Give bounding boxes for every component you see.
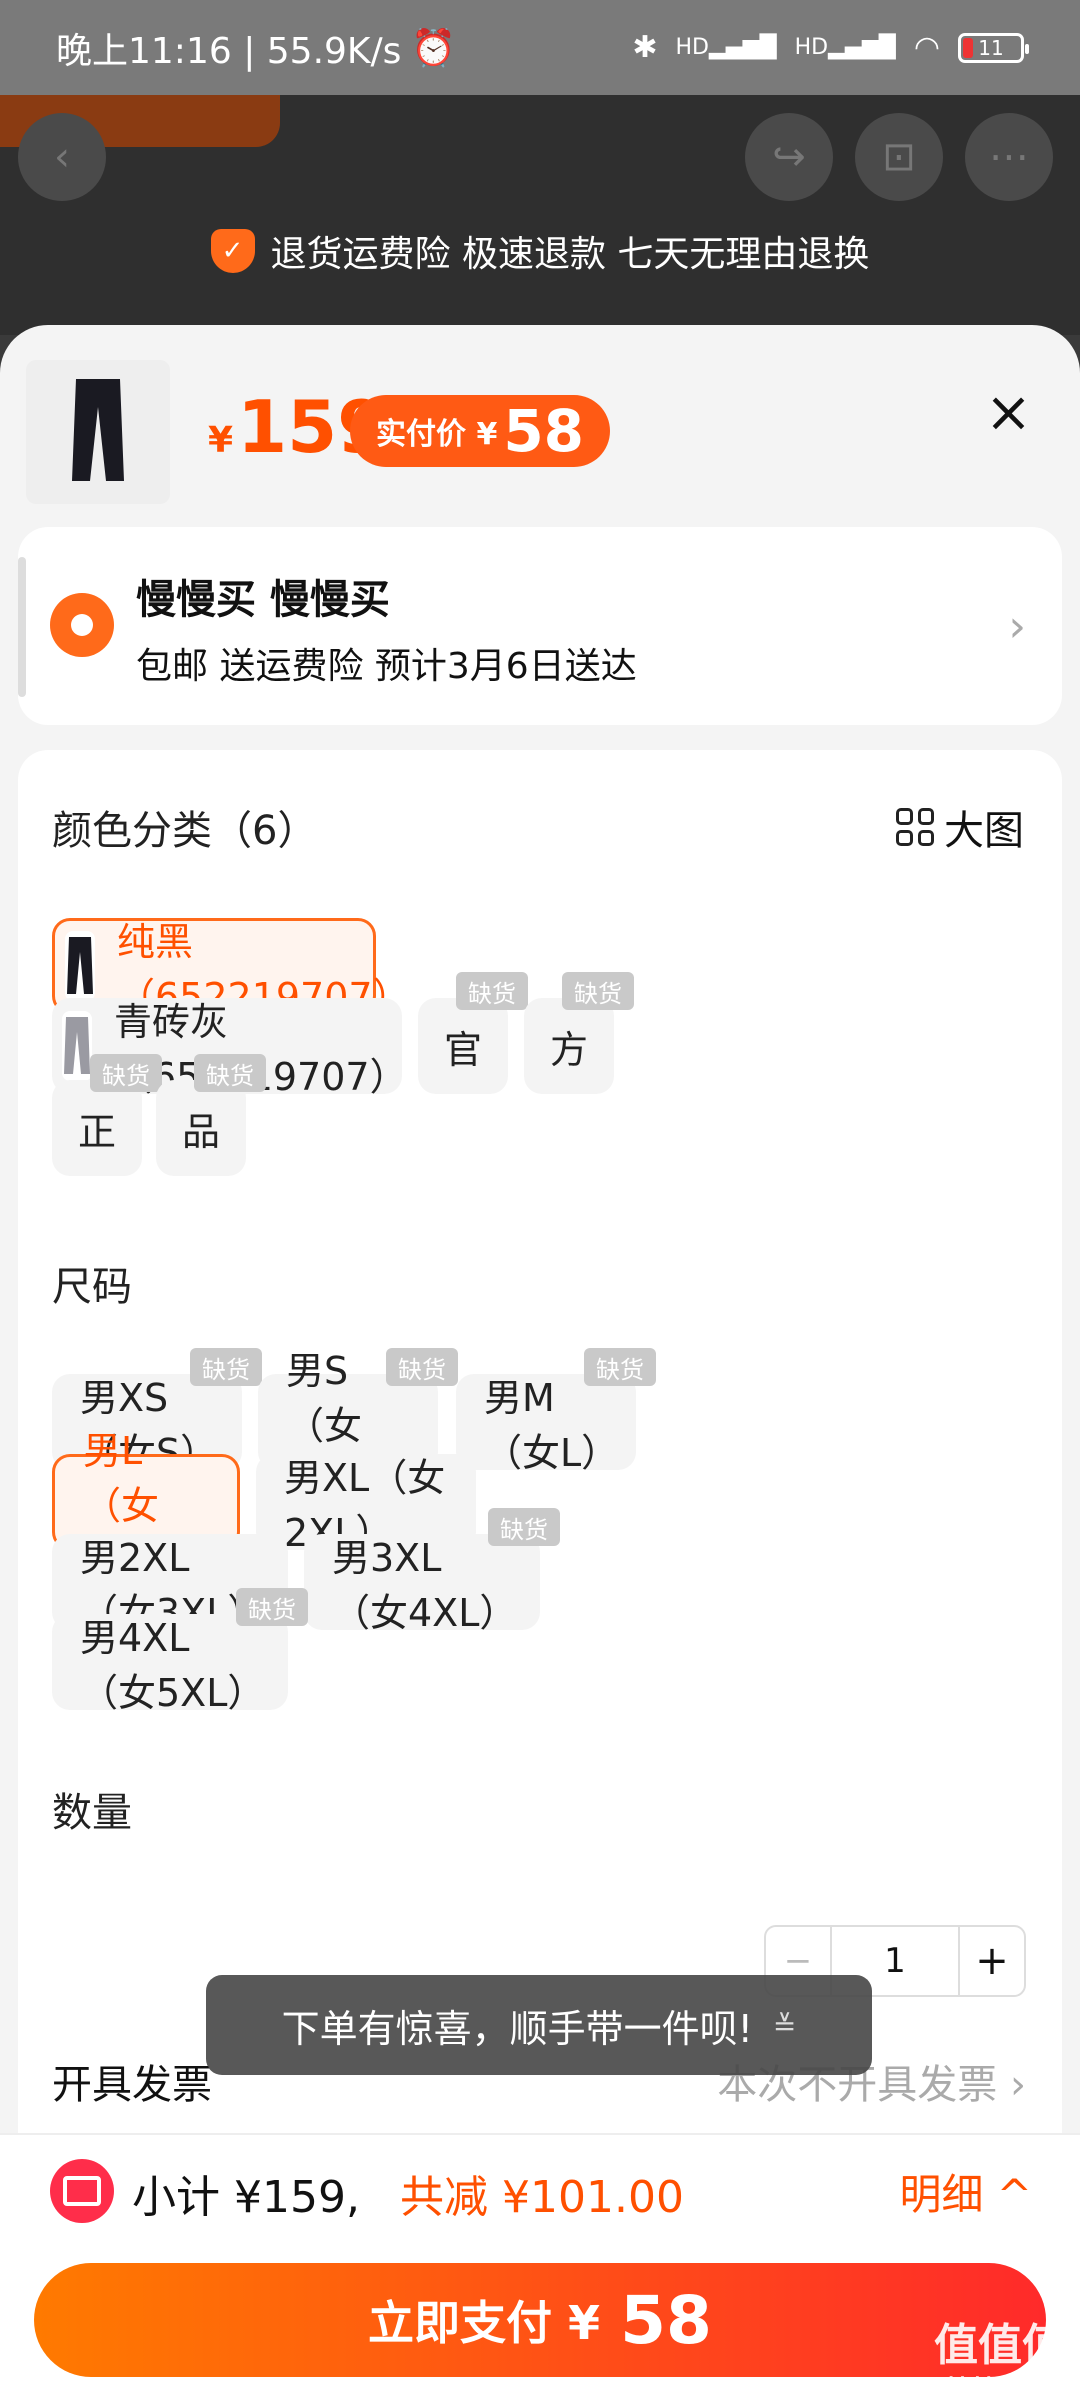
status-icons: ✱ HD▂▄▆█ HD▂▄▆█ ◠ 11 bbox=[632, 30, 1029, 65]
size-option-3xl[interactable]: 男3XL（女4XL） 缺货 bbox=[304, 1508, 560, 1635]
more-button[interactable]: ⋯ bbox=[965, 113, 1053, 201]
signal-icon: HD▂▄▆█ bbox=[675, 35, 777, 60]
pay-amount: 58 bbox=[620, 2281, 712, 2359]
battery-icon: 11 bbox=[958, 32, 1029, 63]
status-bar: 晚上11:16 | 55.9K/s ⏰ ✱ HD▂▄▆█ HD▂▄▆█ ◠ 11 bbox=[0, 0, 1080, 95]
color-option-label: 官 bbox=[444, 1027, 483, 1072]
close-icon[interactable]: × bbox=[985, 380, 1032, 445]
coupon-icon bbox=[50, 2159, 114, 2223]
location-pin-icon bbox=[50, 593, 114, 657]
pay-label: 立即支付 ¥ bbox=[368, 2296, 601, 2350]
watermark-text: 值值值 bbox=[934, 2320, 1066, 2371]
size-option-4xl[interactable]: 男4XL（女5XL） 缺货 bbox=[52, 1588, 308, 1715]
increase-button[interactable]: + bbox=[958, 1927, 1024, 1995]
color-option-pin[interactable]: 品 缺货 bbox=[156, 1054, 266, 1176]
invoice-label: 开具发票 bbox=[52, 2062, 212, 2108]
signal-icon-2: HD▂▄▆█ bbox=[794, 35, 896, 60]
delivery-info: 包邮 送运费险 预计3月6日送达 bbox=[136, 646, 637, 687]
quantity-label: 数量 bbox=[52, 1790, 132, 1836]
share-button[interactable]: ↪ bbox=[745, 113, 833, 201]
color-option-fang[interactable]: 方 缺货 bbox=[524, 972, 634, 1094]
size-section-title: 尺码 bbox=[52, 1264, 132, 1310]
color-option-label: 品 bbox=[182, 1109, 221, 1154]
battery-level: 11 bbox=[978, 35, 1004, 60]
cart-button[interactable]: ⊡ bbox=[855, 113, 943, 201]
address-card[interactable]: 慢慢买 慢慢买 包邮 送运费险 预计3月6日送达 › bbox=[18, 527, 1062, 725]
color-option-zheng[interactable]: 正 缺货 bbox=[52, 1054, 162, 1176]
chevron-down-double-icon: ≚ bbox=[772, 2008, 797, 2042]
out-of-stock-badge: 缺货 bbox=[456, 972, 528, 1010]
out-of-stock-badge: 缺货 bbox=[488, 1508, 560, 1546]
guarantee-text: 退货运费险 极速退款 七天无理由退换 bbox=[270, 234, 870, 275]
gray-pants-thumb bbox=[62, 1011, 92, 1081]
address-name: 慢慢买 慢慢买 bbox=[136, 577, 390, 623]
checkout-footer: 小计 ¥159, 共减 ¥101.00 明细 ^ 立即支付 ¥ 58 值值值 z… bbox=[0, 2133, 1080, 2400]
watermark-subtext: zhizhizhi.com bbox=[939, 2373, 1061, 2392]
black-pants-thumb bbox=[65, 931, 95, 1001]
color-section-title: 颜色分类（6） bbox=[52, 808, 318, 854]
pants-icon bbox=[72, 379, 124, 481]
grid-icon bbox=[896, 808, 934, 846]
detail-toggle[interactable]: 明细 ^ bbox=[899, 2161, 1032, 2222]
actual-price-badge: 实付价 ¥ 58 bbox=[350, 395, 611, 467]
pay-now-button[interactable]: 立即支付 ¥ 58 bbox=[34, 2263, 1046, 2377]
out-of-stock-badge: 缺货 bbox=[236, 1588, 308, 1626]
big-view-label: 大图 bbox=[944, 808, 1024, 854]
promo-toast[interactable]: 下单有惊喜，顺手带一件呗! ≚ bbox=[206, 1975, 872, 2075]
size-option-label: 男4XL（女5XL） bbox=[80, 1616, 266, 1715]
bluetooth-icon: ✱ bbox=[632, 30, 658, 65]
color-option-guan[interactable]: 官 缺货 bbox=[418, 972, 528, 1094]
currency-symbol: ¥ bbox=[208, 420, 234, 461]
chevron-right-icon: › bbox=[1008, 601, 1026, 652]
color-option-label: 正 bbox=[78, 1109, 117, 1154]
actual-price-value: 58 bbox=[503, 397, 585, 465]
actual-price-label: 实付价 ¥ bbox=[376, 417, 498, 452]
color-option-label: 方 bbox=[550, 1027, 589, 1072]
big-view-button[interactable]: 大图 bbox=[896, 798, 1024, 856]
out-of-stock-badge: 缺货 bbox=[584, 1348, 656, 1386]
sku-sheet: ¥ 159 实付价 ¥ 58 × 慢慢买 慢慢买 包邮 送运费险 预计3月6日送… bbox=[0, 325, 1080, 2400]
toast-text: 下单有惊喜，顺手带一件呗! bbox=[281, 2006, 753, 2051]
watermark-logo: 值值值 zhizhizhi.com bbox=[934, 2309, 1066, 2392]
out-of-stock-badge: 缺货 bbox=[386, 1348, 458, 1386]
alarm-icon: ⏰ bbox=[411, 27, 457, 69]
out-of-stock-badge: 缺货 bbox=[194, 1054, 266, 1092]
scroll-indicator bbox=[18, 557, 26, 697]
out-of-stock-badge: 缺货 bbox=[562, 972, 634, 1010]
status-time: 晚上11:16 | 55.9K/s bbox=[56, 30, 402, 72]
size-option-m[interactable]: 男M（女L） 缺货 bbox=[456, 1348, 656, 1475]
size-option-label: 男3XL（女4XL） bbox=[332, 1536, 518, 1635]
shield-icon: ✓ bbox=[210, 229, 255, 273]
wifi-icon: ◠ bbox=[913, 30, 940, 65]
subtotal-text: 小计 ¥159, bbox=[132, 2172, 360, 2223]
guarantee-banner: ✓ 退货运费险 极速退款 七天无理由退换 bbox=[0, 225, 1080, 277]
product-thumbnail[interactable] bbox=[26, 360, 170, 504]
out-of-stock-badge: 缺货 bbox=[90, 1054, 162, 1092]
discount-text: 共减 ¥101.00 bbox=[400, 2172, 684, 2223]
background-page: ‹ ↪ ⊡ ⋯ ✓ 退货运费险 极速退款 七天无理由退换 bbox=[0, 95, 1080, 335]
out-of-stock-badge: 缺货 bbox=[190, 1348, 262, 1386]
back-button[interactable]: ‹ bbox=[18, 113, 106, 201]
